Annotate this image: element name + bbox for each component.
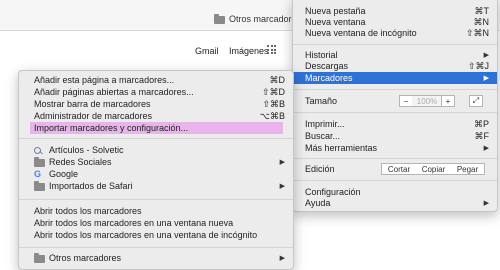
submenu-arrow-icon: ▶	[279, 183, 285, 190]
menu-item-print[interactable]: Imprimir... ⌘P	[293, 118, 497, 130]
bookmark-add-open-pages[interactable]: Añadir páginas abiertas a marcadores... …	[19, 86, 293, 98]
folder-icon	[34, 180, 45, 191]
submenu-arrow-icon: ▶	[279, 255, 285, 262]
folder-icon	[34, 252, 45, 263]
bookmark-add-page[interactable]: Añadir esta página a marcadores... ⌘D	[19, 74, 293, 86]
bookmark-show-bar[interactable]: Mostrar barra de marcadores ⇧⌘B	[19, 98, 293, 110]
paste-button[interactable]: Pegar	[451, 163, 485, 175]
menu-separator	[293, 158, 497, 159]
submenu-arrow-icon: ▶	[483, 75, 489, 82]
menu-item-more-tools[interactable]: Más herramientas ▶	[293, 142, 497, 154]
apps-grid-icon[interactable]	[267, 45, 276, 54]
bookmark-manager[interactable]: Administrador de marcadores ⌥⌘B	[19, 110, 293, 122]
fullscreen-icon: ⤢	[472, 96, 480, 105]
menu-separator	[19, 199, 293, 200]
menu-item-help[interactable]: Ayuda ▶	[293, 197, 497, 209]
zoom-in-button[interactable]: +	[441, 95, 455, 107]
bookmark-other-folder[interactable]: Otros marcadores	[214, 12, 301, 26]
cut-button[interactable]: Cortar	[381, 163, 417, 175]
bookmark-open-all-incognito[interactable]: Abrir todos los marcadores en una ventan…	[19, 229, 293, 241]
folder-icon	[34, 156, 45, 167]
menu-item-zoom: Tamaño	[305, 96, 338, 106]
gmail-link[interactable]: Gmail	[195, 46, 219, 56]
bookmark-articulos-solvetic[interactable]: Artículos - Solvetic	[19, 144, 293, 156]
folder-icon	[214, 13, 225, 24]
images-link[interactable]: Imágenes	[229, 46, 269, 56]
menu-item-downloads[interactable]: Descargas ⇧⌘J	[293, 60, 497, 72]
menu-item-find[interactable]: Buscar... ⌘F	[293, 130, 497, 142]
submenu-arrow-icon: ▶	[483, 200, 489, 207]
zoom-out-button[interactable]: −	[399, 95, 413, 107]
menu-separator	[19, 138, 293, 139]
menu-separator	[19, 247, 293, 248]
menu-separator	[293, 180, 497, 181]
copy-button[interactable]: Copiar	[416, 163, 452, 175]
search-icon	[34, 146, 41, 154]
bookmark-import[interactable]: Importar marcadores y configuración...	[30, 122, 283, 134]
bookmark-folder-otros-marcadores[interactable]: Otros marcadores ▶	[19, 252, 293, 264]
bookmarks-submenu: Añadir esta página a marcadores... ⌘D Añ…	[18, 70, 294, 270]
menu-separator	[293, 112, 497, 113]
menu-separator	[293, 44, 497, 45]
bookmark-folder-importados-safari[interactable]: Importados de Safari ▶	[19, 180, 293, 192]
google-icon: G	[34, 168, 42, 179]
menu-separator	[293, 89, 497, 90]
submenu-arrow-icon: ▶	[279, 159, 285, 166]
bookmark-open-all-new-window[interactable]: Abrir todos los marcadores en una ventan…	[19, 217, 293, 229]
bookmark-folder-redes-sociales[interactable]: Redes Sociales ▶	[19, 156, 293, 168]
menu-item-incognito-window[interactable]: Nueva ventana de incógnito ⇧⌘N	[293, 27, 497, 39]
bookmark-other-label: Otros marcadores	[229, 14, 302, 24]
submenu-arrow-icon: ▶	[483, 52, 489, 59]
menu-item-bookmarks[interactable]: Marcadores ▶	[293, 72, 497, 84]
bookmark-google[interactable]: G Google	[19, 168, 293, 180]
bookmark-open-all[interactable]: Abrir todos los marcadores	[19, 205, 293, 217]
submenu-arrow-icon: ▶	[483, 145, 489, 152]
chrome-main-menu: Nueva pestaña ⌘T Nueva ventana ⌘N Nueva …	[292, 0, 498, 212]
fullscreen-button[interactable]: ⤢	[469, 95, 483, 107]
zoom-level: 100%	[412, 95, 442, 107]
